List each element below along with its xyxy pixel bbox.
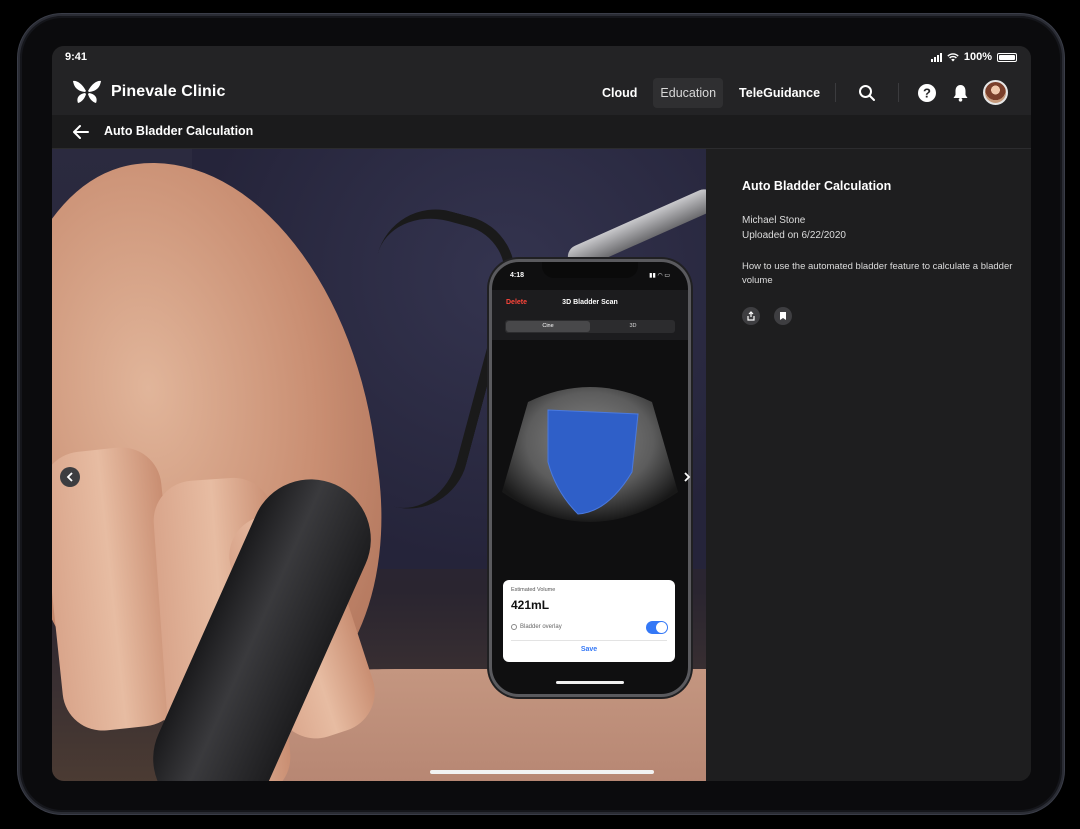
card-divider [511,640,667,641]
bookmark-button[interactable] [774,307,792,325]
back-arrow-icon[interactable] [72,124,90,140]
estimated-volume-value: 421mL [511,598,550,612]
nav-link-education[interactable]: Education [653,78,724,108]
phone-mockup: 4:18 ▮▮ ◠ ▭ 3D Bladder Scan Delete Cine … [489,259,691,697]
wifi-icon [947,52,959,61]
phone-delete-button[interactable]: Delete [506,299,527,306]
search-icon[interactable] [856,82,878,104]
share-icon [747,311,755,321]
video-info-panel: Auto Bladder Calculation Michael Stone U… [706,149,1031,781]
ultrasound-scan-image [502,387,678,522]
phone-save-button[interactable]: Save [503,646,675,653]
battery-icon [997,52,1017,62]
bladder-overlay-row: Bladder overlay [511,624,562,630]
nav-divider [835,83,836,102]
status-indicators: 100% [930,51,1017,63]
battery-percent: 100% [963,51,992,63]
app-screen: 9:41 100% Pinevale Clinic Cloud Educatio… [52,46,1031,781]
help-icon[interactable]: ? [916,82,938,104]
bladder-overlay-label: Bladder overlay [520,624,562,630]
avatar[interactable] [983,80,1008,105]
carousel-prev-button[interactable] [60,467,80,487]
brand-name: Pinevale Clinic [111,83,226,100]
video-upload-date: Uploaded on 6/22/2020 [742,230,846,241]
bell-icon[interactable] [949,82,971,104]
page-title: Auto Bladder Calculation [104,124,254,138]
chevron-right-icon [684,472,691,482]
tablet-home-indicator [430,770,654,774]
top-nav: Pinevale Clinic Cloud Education TeleGuid… [52,70,1031,115]
brand-logo[interactable]: Pinevale Clinic [72,79,225,105]
bladder-overlay-toggle[interactable] [646,621,668,634]
overlay-icon [511,624,517,630]
video-title: Auto Bladder Calculation [742,179,892,193]
carousel-next-button[interactable] [677,467,697,487]
nav-link-teleguidance[interactable]: TeleGuidance [732,78,827,108]
video-description: How to use the automated bladder feature… [742,261,1013,286]
chevron-left-icon [66,472,73,482]
nav-divider [898,83,899,102]
segment-3d[interactable]: 3D [591,320,675,333]
phone-time: 4:18 [510,272,525,279]
page-header: Auto Bladder Calculation [52,115,1031,149]
estimated-volume-label: Estimated Volume [511,587,556,593]
phone-status-icons: ▮▮ ◠ ▭ [649,273,670,279]
phone-notch [542,262,638,278]
video-player[interactable]: 4:18 ▮▮ ◠ ▭ 3D Bladder Scan Delete Cine … [52,149,706,781]
status-bar: 9:41 100% [52,46,1031,70]
svg-text:?: ? [923,86,931,101]
share-button[interactable] [742,307,760,325]
bookmark-icon [780,312,786,320]
volume-card: Estimated Volume 421mL Bladder overlay S… [503,580,675,662]
status-time: 9:41 [65,51,88,63]
signal-icon [930,52,942,62]
phone-segmented-control: Cine 3D [505,320,675,333]
butterfly-logo-icon [73,80,101,103]
phone-header: 3D Bladder Scan Delete Cine 3D [492,290,688,340]
segment-cine[interactable]: Cine [506,321,590,332]
nav-link-cloud[interactable]: Cloud [595,78,644,108]
video-author: Michael Stone [742,215,806,226]
phone-home-indicator [556,681,624,684]
nav-links: Cloud Education TeleGuidance [595,78,836,108]
